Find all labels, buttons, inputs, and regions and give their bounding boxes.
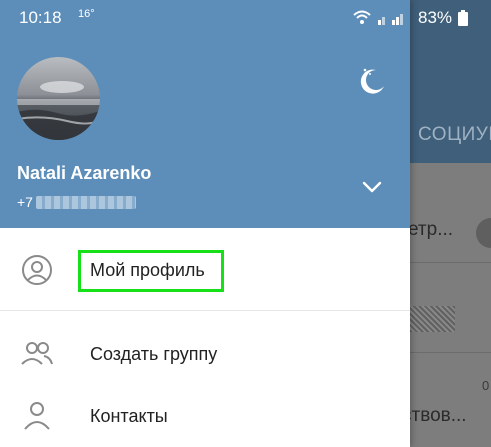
menu-label-contacts: Контакты [90, 406, 168, 426]
contacts-icon [20, 399, 54, 433]
menu-label-create-group: Создать группу [90, 344, 218, 364]
user-phone-prefix: +7 [17, 194, 33, 210]
background-separator [410, 352, 491, 353]
drawer-header: 10:18 16° Natali Azarenko +7 [0, 0, 410, 228]
menu-item-contacts[interactable]: Контакты [0, 386, 410, 446]
battery-percentage: 83% [418, 8, 453, 27]
avatar-photo [17, 57, 100, 140]
wifi-signal-icon [353, 10, 403, 25]
background-row-text: етр... [408, 219, 454, 240]
highlight-box [78, 250, 224, 292]
navigation-drawer: 10:18 16° Natali Azarenko +7 Мой профиль… [0, 0, 410, 447]
background-row-text: ствов... [402, 405, 467, 426]
chevron-down-icon[interactable] [361, 179, 383, 195]
battery-icon [458, 10, 468, 26]
background-tab[interactable]: СОЦИУМ [418, 124, 491, 146]
status-time: 10:18 [19, 8, 62, 27]
user-name: Natali Azarenko [17, 163, 152, 183]
group-icon [20, 337, 54, 371]
background-separator [410, 262, 491, 263]
menu-item-create-group[interactable]: Создать группу [0, 324, 410, 384]
avatar[interactable] [17, 57, 100, 140]
background-small-text: 0 [482, 378, 490, 393]
profile-icon [20, 253, 54, 287]
phone-number-redacted [36, 196, 136, 209]
background-blurred-text [410, 306, 455, 332]
menu-divider [0, 310, 410, 311]
night-mode-icon[interactable] [356, 64, 388, 96]
status-temperature: 16° [78, 8, 95, 20]
status-icons: 83% [352, 8, 472, 28]
